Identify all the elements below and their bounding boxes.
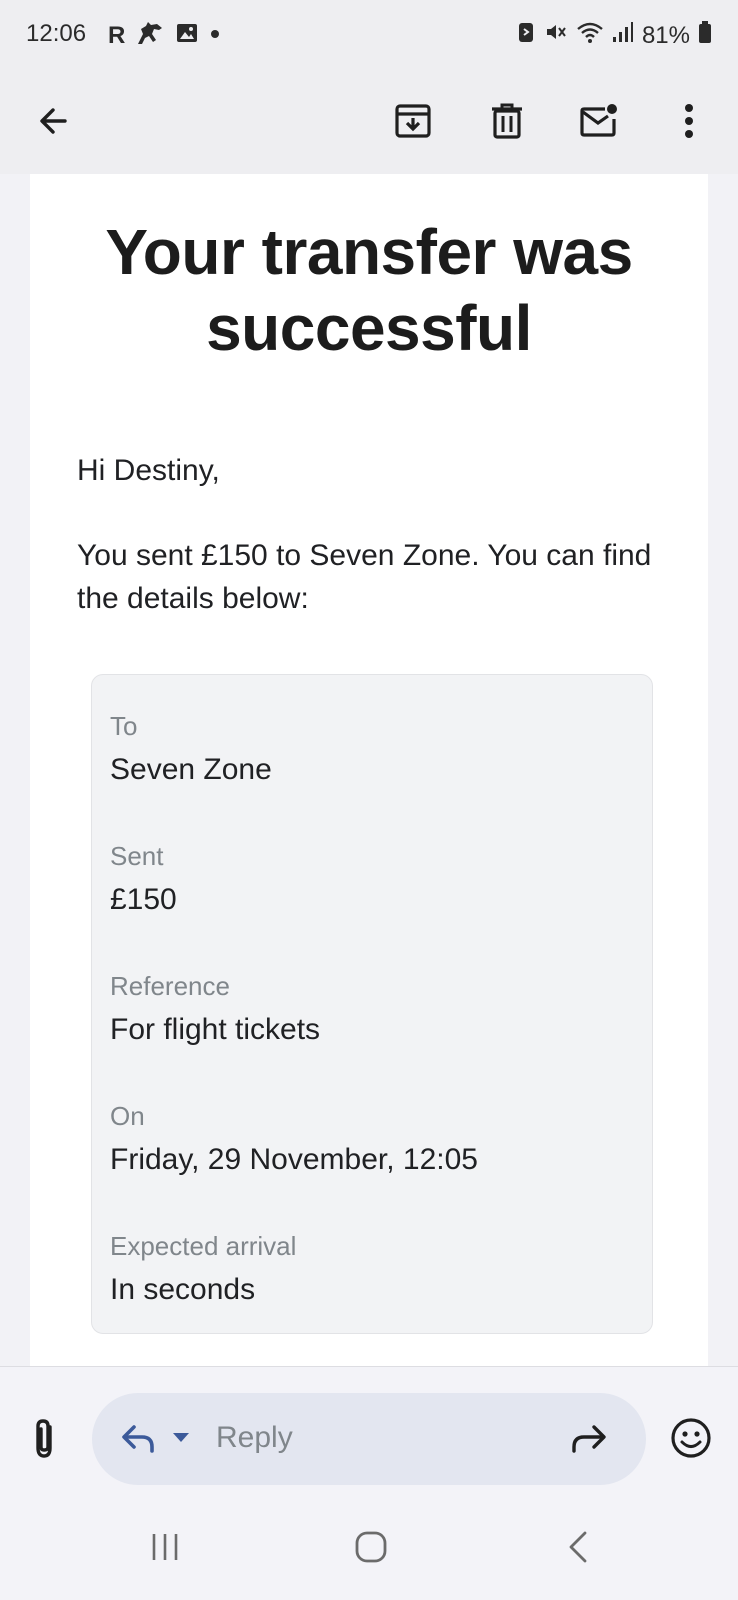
email-toolbar [0, 72, 738, 174]
email-greeting: Hi Destiny, [77, 454, 220, 487]
detail-value-on: Friday, 29 November, 12:05 [110, 1143, 478, 1176]
mute-icon [544, 20, 568, 51]
notification-dot-icon [209, 27, 221, 45]
carrier-letter: R [108, 21, 126, 49]
reply-bar: Reply [0, 1366, 738, 1495]
back-arrow-icon[interactable] [28, 96, 78, 146]
detail-value-sent: £150 [110, 883, 177, 916]
detail-label-reference: Reference [110, 971, 230, 1001]
email-headline: Your transfer was successful [105, 216, 633, 364]
detail-label-to: To [110, 711, 138, 741]
emoji-icon[interactable] [670, 1417, 712, 1464]
system-navigation-bar [0, 1494, 738, 1600]
detail-value-expected-arrival: In seconds [110, 1273, 256, 1306]
transfer-details-box: To Seven Zone Sent £150 Reference For fl… [91, 674, 653, 1334]
reply-placeholder: Reply [216, 1421, 293, 1454]
detail-value-to: Seven Zone [110, 753, 272, 786]
email-body: Your transfer was successful Hi Destiny,… [30, 174, 708, 1366]
email-intro: You sent £150 to Seven Zone. You can fin… [77, 539, 652, 615]
mark-unread-icon[interactable] [574, 96, 624, 146]
detail-label-on: On [110, 1101, 145, 1131]
status-notification-icons: R [108, 20, 221, 51]
home-icon[interactable] [354, 1530, 388, 1569]
chevron-down-icon[interactable] [172, 1431, 190, 1449]
battery-saver-icon [516, 20, 536, 51]
forward-arrow-icon[interactable] [570, 1423, 608, 1460]
status-right-icons: 81% [516, 20, 712, 51]
back-nav-icon[interactable] [566, 1530, 590, 1569]
wifi-icon [576, 20, 604, 51]
delete-icon[interactable] [482, 96, 532, 146]
image-icon [175, 21, 199, 50]
attachment-icon[interactable] [28, 1417, 60, 1466]
recent-apps-icon[interactable] [150, 1532, 180, 1567]
status-time: 12:06 [26, 20, 87, 47]
status-bar: 12:06 R 81% [0, 0, 738, 72]
detail-value-reference: For flight tickets [110, 1013, 321, 1046]
detail-label-expected-arrival: Expected arrival [110, 1231, 297, 1261]
reply-input[interactable]: Reply [92, 1393, 646, 1485]
signal-icon [612, 20, 634, 51]
battery-percent: 81% [641, 21, 690, 49]
reply-arrow-icon[interactable] [120, 1421, 156, 1460]
more-vert-icon[interactable] [664, 96, 714, 146]
detail-label-sent: Sent [110, 841, 164, 871]
horse-logo-icon [135, 20, 165, 51]
archive-icon[interactable] [388, 96, 438, 146]
battery-icon [698, 20, 712, 51]
